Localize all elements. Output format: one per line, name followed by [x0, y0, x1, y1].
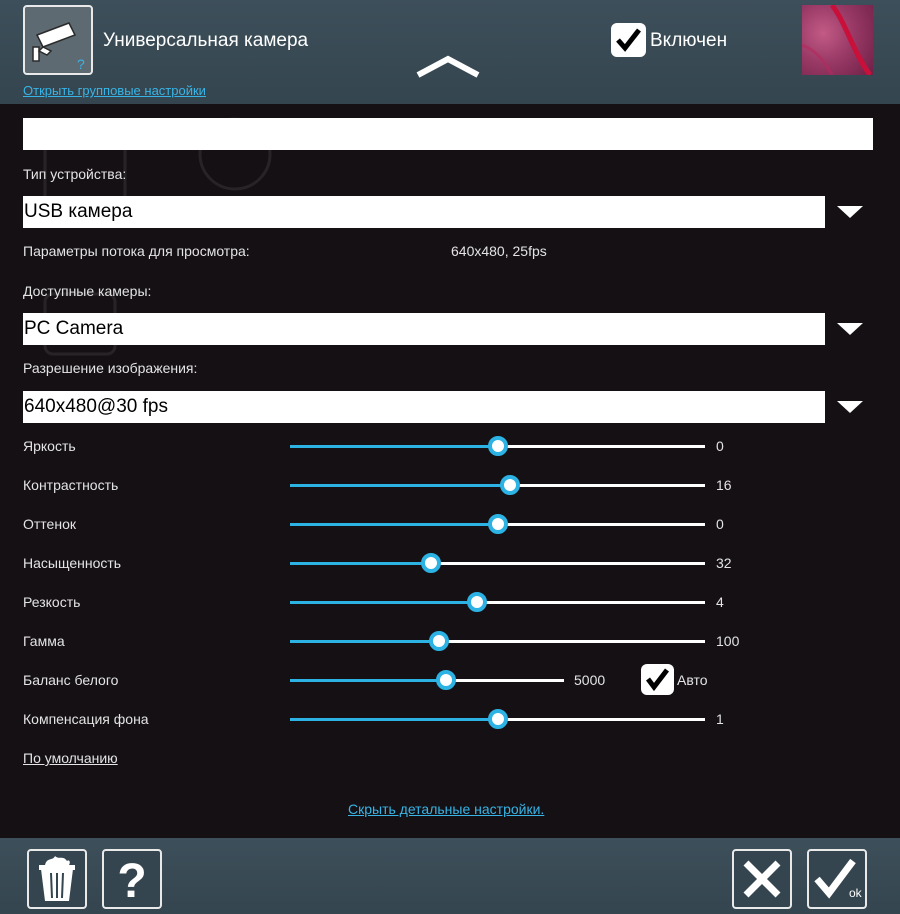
slider-value: 32 [716, 555, 732, 571]
device-camera-icon[interactable]: ? [23, 5, 93, 75]
brightness-slider[interactable] [290, 436, 705, 456]
slider-thumb[interactable] [487, 514, 508, 534]
slider-value: 5000 [574, 672, 606, 688]
slider-label: Баланс белого [23, 672, 119, 688]
slider-thumb[interactable] [436, 670, 457, 690]
question-mark-icon: ? [117, 855, 146, 907]
resolution-select[interactable]: 640x480@30 fps [23, 391, 825, 423]
slider-thumb[interactable] [487, 436, 508, 456]
slider-label: Контрастность [23, 477, 119, 493]
reset-defaults-link[interactable]: По умолчанию [23, 750, 118, 766]
checkmark-icon [616, 28, 641, 52]
slider-value: 16 [716, 477, 732, 493]
auto-white-balance-checkbox[interactable] [641, 664, 674, 695]
delete-button[interactable] [27, 849, 87, 909]
device-name-input[interactable] [23, 118, 873, 150]
checkmark-icon: ok [814, 858, 863, 900]
sharpness-slider[interactable] [290, 592, 705, 612]
resolution-label: Разрешение изображения: [23, 360, 198, 376]
enabled-checkbox[interactable] [611, 23, 646, 57]
slider-label: Яркость [23, 438, 76, 454]
help-button[interactable]: ? [102, 849, 162, 909]
camera-select[interactable]: PC Camera [23, 313, 825, 345]
ok-text: ok [849, 886, 863, 900]
slider-thumb[interactable] [421, 553, 442, 573]
slider-thumb[interactable] [429, 631, 450, 651]
saturation-slider[interactable] [290, 553, 705, 573]
slider-label: Компенсация фона [23, 711, 149, 727]
slider-value: 0 [716, 516, 724, 532]
white-balance-slider[interactable] [290, 670, 564, 690]
device-title: Универсальная камера [103, 30, 309, 51]
contrast-slider[interactable] [290, 475, 705, 495]
auto-label: Авто [677, 672, 708, 688]
group-settings-link[interactable]: Открыть групповые настройки [23, 83, 206, 98]
slider-thumb[interactable] [499, 475, 520, 495]
slider-thumb[interactable] [466, 592, 487, 612]
camera-preview-thumbnail[interactable] [802, 5, 873, 75]
stream-params-value: 640x480, 25fps [451, 243, 547, 259]
device-type-dropdown-icon[interactable] [835, 204, 865, 220]
svg-text:?: ? [77, 56, 85, 72]
hide-details-link[interactable]: Скрыть детальные настройки. [348, 801, 544, 817]
collapse-chevron-icon[interactable] [416, 55, 480, 79]
svg-text:?: ? [117, 855, 146, 907]
slider-value: 4 [716, 594, 724, 610]
hue-slider[interactable] [290, 514, 705, 534]
slider-value: 1 [716, 711, 724, 727]
slider-thumb[interactable] [487, 709, 508, 729]
slider-label: Резкость [23, 594, 81, 610]
cancel-button[interactable] [732, 849, 792, 909]
gamma-slider[interactable] [290, 631, 705, 651]
slider-label: Оттенок [23, 516, 76, 532]
stream-params-label: Параметры потока для просмотра: [23, 243, 250, 259]
slider-label: Гамма [23, 633, 65, 649]
slider-value: 100 [716, 633, 740, 649]
slider-value: 0 [716, 438, 724, 454]
backlight-compensation-slider[interactable] [290, 709, 705, 729]
camera-dropdown-icon[interactable] [835, 321, 865, 337]
slider-label: Насыщенность [23, 555, 122, 571]
enabled-label: Включен [650, 30, 728, 51]
available-cameras-label: Доступные камеры: [23, 283, 152, 299]
checkmark-icon [646, 668, 669, 692]
close-icon [743, 860, 781, 898]
ok-button[interactable]: ok [807, 849, 867, 909]
device-type-label: Тип устройства: [23, 166, 127, 182]
device-type-select[interactable]: USB камера [23, 196, 825, 228]
trash-icon [39, 856, 75, 901]
resolution-dropdown-icon[interactable] [835, 399, 865, 415]
